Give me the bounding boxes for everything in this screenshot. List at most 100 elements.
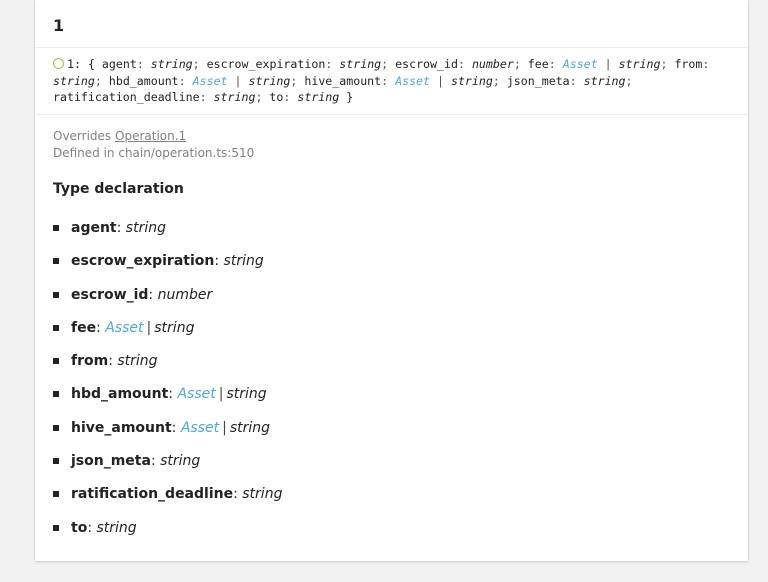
- param-colon: :: [108, 353, 118, 370]
- signature-colon: :: [136, 57, 151, 71]
- type-declaration-item: to: string: [53, 518, 282, 551]
- divider: [35, 47, 748, 48]
- signature-separator: ;: [492, 73, 507, 88]
- param-colon: :: [233, 486, 243, 503]
- overrides-label: Overrides: [53, 129, 115, 143]
- param-type-link[interactable]: Asset: [177, 384, 215, 404]
- bullet-icon: [53, 324, 59, 331]
- param-colon: :: [214, 253, 224, 270]
- signature-colon: :: [457, 57, 472, 71]
- param-type: string: [160, 453, 201, 470]
- signature-pipe: |: [597, 57, 619, 71]
- bullet-icon: [53, 524, 59, 531]
- signature-type: string: [450, 73, 493, 88]
- signature-type: string: [339, 57, 382, 71]
- param-colon: :: [87, 519, 97, 536]
- signature-type: string: [618, 57, 661, 71]
- signature-type: number: [471, 57, 514, 71]
- member-title: 1: [53, 16, 65, 35]
- type-declaration-item: escrow_expiration: string: [53, 251, 282, 284]
- signature-separator: ;: [255, 90, 270, 104]
- param-name: fee: [71, 319, 97, 336]
- signature-separator: ;: [290, 73, 305, 88]
- param-name: hbd_amount: [71, 386, 169, 403]
- param-type: string: [125, 220, 166, 236]
- signature-colon: :: [283, 90, 298, 104]
- signature-type-link[interactable]: Asset: [193, 74, 228, 88]
- signature-separator: ;: [94, 73, 109, 88]
- param-colon: :: [96, 319, 106, 336]
- param-pipe: |: [146, 319, 152, 336]
- param-type: string: [96, 519, 137, 536]
- signature-separator: ;: [513, 57, 528, 71]
- signature-member-name: json_meta: [506, 73, 570, 88]
- bullet-icon: [53, 225, 59, 231]
- type-declaration-item: ratification_deadline: string: [53, 484, 282, 517]
- signature-suffix: }: [339, 90, 354, 104]
- signature-member-name: agent: [101, 57, 137, 71]
- param-name: json_meta: [71, 453, 151, 470]
- signature-type: string: [150, 57, 193, 71]
- type-declaration-item: escrow_id: number: [53, 285, 282, 318]
- param-colon: :: [150, 453, 161, 470]
- param-name: to: [71, 519, 88, 536]
- signature-member-name: escrow_expiration: [206, 57, 326, 71]
- param-name: ratification_deadline: [71, 486, 234, 503]
- divider: [35, 114, 748, 115]
- type-declaration-item: hive_amount: Asset | string: [53, 418, 282, 451]
- type-declaration-item: from: string: [53, 351, 282, 384]
- signature-type: string: [583, 73, 626, 88]
- signature-type: string: [213, 90, 256, 104]
- signature-separator: ;: [660, 57, 675, 71]
- param-type-link[interactable]: Asset: [181, 418, 219, 438]
- signature-prefix: 1: {: [67, 57, 102, 71]
- signature-member-name: fee: [527, 57, 549, 71]
- param-type: string: [226, 386, 267, 403]
- type-declaration-item: fee: Asset | string: [53, 318, 282, 351]
- signature-separator: ;: [381, 57, 396, 71]
- bullet-icon: [53, 291, 59, 298]
- signature-colon: :: [325, 57, 340, 71]
- type-declaration-list: agent: string escrow_expiration: string es…: [53, 218, 282, 551]
- param-name: escrow_expiration: [71, 253, 215, 270]
- param-type: string: [154, 319, 195, 336]
- bullet-icon: [53, 491, 59, 498]
- signature-colon: :: [381, 73, 396, 88]
- param-type: string: [223, 253, 264, 270]
- signature-type: string: [248, 73, 291, 88]
- signature-separator: ;: [192, 57, 207, 71]
- defined-in: Defined in chain/operation.ts:510: [53, 146, 255, 160]
- signature-member-name: hive_amount: [304, 73, 382, 88]
- bullet-icon: [53, 391, 59, 398]
- signature-type-link[interactable]: Asset: [563, 57, 598, 71]
- signature-type-link[interactable]: Asset: [395, 74, 430, 88]
- type-declaration-item: agent: string: [53, 218, 282, 251]
- signature-colon: :: [199, 90, 214, 104]
- signature-colon: :: [178, 73, 193, 88]
- param-type: number: [157, 286, 213, 303]
- param-name: agent: [71, 220, 117, 236]
- overrides-line: Overrides Operation.1: [53, 128, 254, 145]
- bullet-icon: [53, 358, 59, 365]
- signature-pipe: |: [227, 73, 249, 88]
- param-name: hive_amount: [71, 419, 172, 436]
- member-panel: 1 1: { agent: string; escrow_expiration:…: [35, 0, 748, 561]
- bullet-icon: [53, 458, 59, 465]
- signature-members: agent: string; escrow_expiration: string…: [53, 57, 709, 104]
- signature-marker-icon: [53, 58, 64, 69]
- signature-type: string: [53, 73, 95, 88]
- signature-colon: :: [702, 57, 710, 71]
- param-type: string: [242, 486, 283, 503]
- bullet-icon: [53, 258, 59, 265]
- param-colon: :: [171, 419, 181, 436]
- param-type-link[interactable]: Asset: [105, 318, 143, 338]
- signature-member-name: to: [269, 90, 284, 104]
- signature-member-name: from: [674, 57, 703, 71]
- type-declaration-item: json_meta: string: [53, 451, 282, 484]
- signature-pipe: |: [430, 73, 451, 88]
- param-type: string: [117, 353, 158, 370]
- signature-member-name: hbd_amount: [108, 73, 179, 88]
- type-declaration-title: Type declaration: [53, 181, 184, 197]
- sources: Overrides Operation.1 Defined in chain/o…: [53, 128, 254, 162]
- overrides-link[interactable]: Operation.1: [115, 129, 186, 143]
